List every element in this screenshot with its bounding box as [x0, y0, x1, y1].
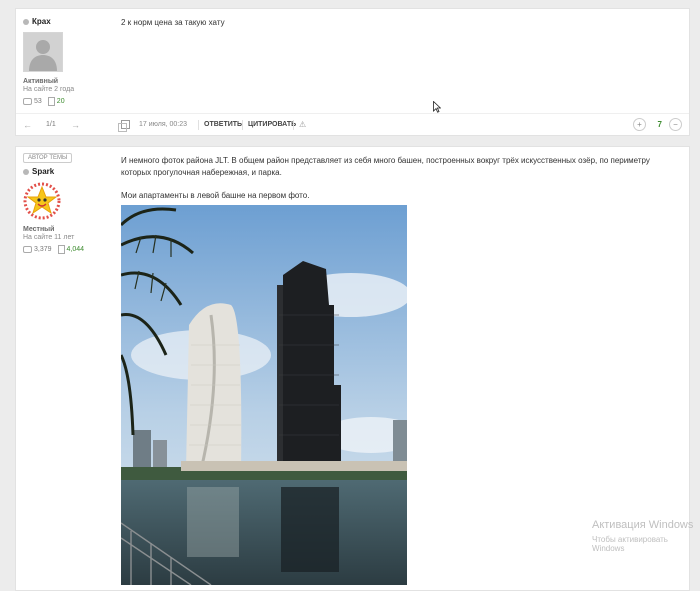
quote-button[interactable]: ЦИТИРОВАТЬ [248, 121, 296, 128]
author-rank: Активный [23, 78, 59, 85]
post-paragraph: Мои апартаменты в левой башне на первом … [121, 191, 310, 200]
comment-icon [23, 246, 32, 253]
post-footer: ← 1/1 → 17 июля, 00:23 ОТВЕТИТЬ ЦИТИРОВА… [16, 113, 689, 135]
star-avatar-icon [23, 182, 61, 220]
post-content: 2 к норм цена за такую хату [121, 17, 681, 40]
default-avatar-icon [24, 33, 62, 71]
posts-count: 3,379 [23, 246, 52, 253]
post-date[interactable]: 17 июля, 00:23 [139, 121, 187, 128]
next-arrow-icon[interactable]: → [71, 120, 80, 130]
divider [293, 119, 294, 130]
reply-button[interactable]: ОТВЕТИТЬ [204, 121, 242, 128]
vote-count: 7 [657, 120, 662, 129]
post-paragraph: И немного фоток района JLT. В общем райо… [121, 156, 650, 177]
like-icon [57, 245, 65, 254]
mouse-cursor-icon [433, 101, 441, 113]
post-1: Крах Активный На сайте 2 года 53 20 2 к … [15, 8, 690, 136]
likes-count: 20 [47, 97, 65, 106]
offline-status-icon [23, 18, 29, 25]
jlt-towers-photo [121, 205, 407, 585]
likes-count: 4,044 [57, 245, 84, 254]
avatar[interactable] [23, 32, 63, 72]
divider [198, 119, 199, 130]
downvote-button[interactable]: − [669, 118, 682, 131]
post-author: Крах Активный На сайте 2 года 53 20 [23, 17, 113, 106]
like-icon [47, 97, 55, 106]
post-text: 2 к норм цена за такую хату [121, 18, 225, 27]
author-name[interactable]: Крах [32, 17, 51, 26]
author-rank: Местный [23, 226, 55, 233]
upvote-button[interactable]: + [633, 118, 646, 131]
posts-count: 53 [23, 98, 42, 105]
report-icon[interactable]: ⚠ [299, 120, 306, 129]
post-photo[interactable] [121, 205, 407, 585]
prev-arrow-icon[interactable]: ← [23, 120, 32, 130]
divider [242, 119, 243, 130]
offline-status-icon [23, 168, 29, 175]
comment-icon [23, 98, 32, 105]
avatar[interactable] [23, 182, 61, 220]
post-2: АВТОР ТЕМЫ Spark Местный На сайте 11 лет… [15, 146, 690, 591]
topic-author-badge: АВТОР ТЕМЫ [23, 153, 73, 163]
author-since: На сайте 2 года [23, 86, 75, 93]
post-author: Spark Местный На сайте 11 лет 3,379 4,04… [23, 167, 113, 254]
author-since: На сайте 11 лет [23, 234, 75, 241]
author-name[interactable]: Spark [32, 167, 54, 176]
pager-count: 1/1 [46, 121, 56, 128]
copy-link-icon[interactable] [118, 120, 130, 132]
